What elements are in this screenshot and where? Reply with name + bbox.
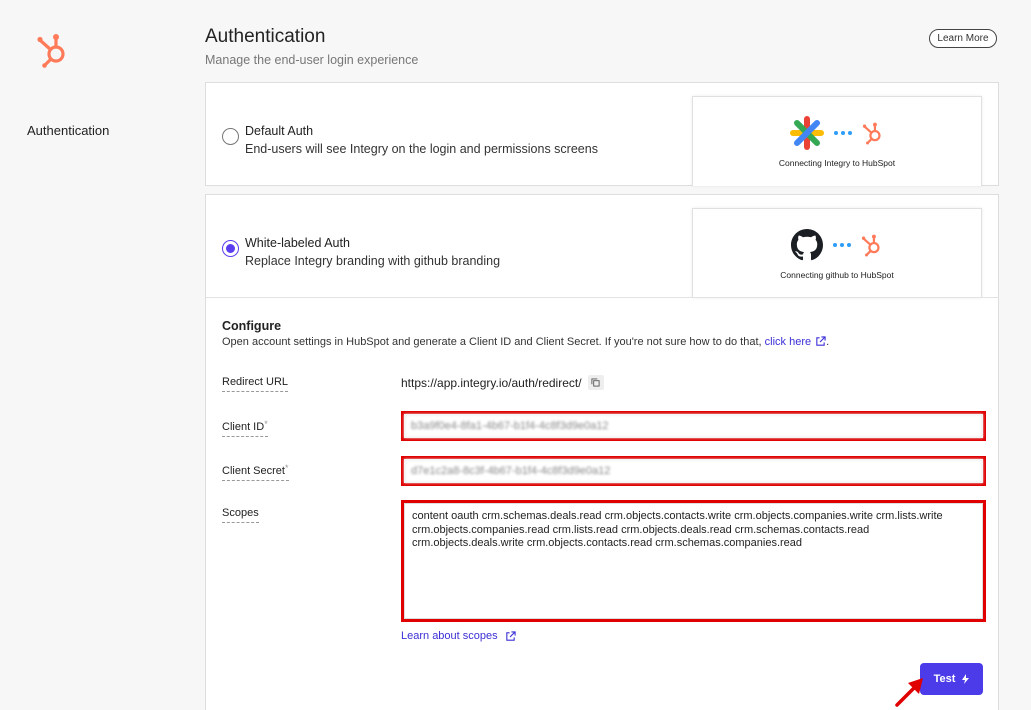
client-secret-input[interactable] [404, 459, 983, 483]
click-here-link[interactable]: click here [765, 336, 811, 348]
divider [206, 297, 998, 298]
external-link-icon[interactable] [505, 630, 516, 642]
client-secret-field[interactable] [401, 456, 986, 486]
client-id-field[interactable] [401, 411, 986, 441]
lightning-icon [962, 674, 970, 684]
scopes-label-text: Scopes [222, 507, 259, 519]
required-mark: * [284, 463, 289, 473]
learn-about-scopes[interactable]: Learn about scopes [401, 630, 516, 642]
sidebar-item-authentication[interactable]: Authentication [27, 123, 109, 138]
required-mark: * [264, 419, 268, 429]
learn-about-scopes-link[interactable]: Learn about scopes [401, 630, 498, 642]
configure-description-text: Open account settings in HubSpot and gen… [222, 336, 765, 348]
white-labeled-auth-preview-caption: Connecting github to HubSpot [780, 270, 894, 280]
connector-dots [834, 131, 852, 135]
scopes-field[interactable]: content oauth crm.schemas.deals.read crm… [401, 500, 986, 622]
default-auth-preview: Connecting Integry to HubSpot [692, 96, 982, 186]
redirect-url-label: Redirect URL [222, 376, 289, 392]
hubspot-logo-icon [862, 122, 881, 145]
test-button-label: Test [933, 673, 956, 685]
white-labeled-auth-radio[interactable] [222, 240, 239, 257]
default-auth-radio[interactable] [222, 128, 239, 145]
hubspot-logo-icon [37, 34, 65, 68]
client-secret-label: Client Secret* [222, 463, 289, 481]
copy-button[interactable] [587, 375, 604, 390]
white-labeled-auth-description: Replace Integry branding with github bra… [245, 254, 501, 268]
white-labeled-auth-option[interactable]: White-labeled Auth Replace Integry brand… [205, 194, 999, 710]
test-button[interactable]: Test [920, 663, 983, 695]
client-id-label: Client ID* [222, 419, 268, 437]
github-logo-icon [791, 229, 823, 261]
red-arrow-icon [895, 678, 923, 707]
default-auth-description: End-users will see Integry on the login … [245, 142, 598, 156]
page-title: Authentication [205, 26, 326, 47]
default-auth-preview-caption: Connecting Integry to HubSpot [778, 158, 896, 168]
client-secret-label-text: Client Secret [222, 465, 285, 477]
scopes-label: Scopes [222, 507, 259, 523]
client-id-label-text: Client ID [222, 421, 265, 433]
integry-logo-icon [790, 116, 824, 150]
client-id-input[interactable] [404, 414, 983, 438]
white-labeled-auth-preview: Connecting github to HubSpot [692, 208, 982, 298]
default-auth-option[interactable]: Default Auth End-users will see Integry … [205, 82, 999, 186]
connector-dots [833, 243, 851, 247]
page-subtitle: Manage the end-user login experience [205, 53, 419, 67]
copy-icon [591, 378, 600, 387]
redirect-url-text: https://app.integry.io/auth/redirect/ [401, 375, 582, 390]
external-link-icon[interactable] [815, 336, 826, 347]
redirect-url-label-text: Redirect URL [222, 376, 289, 388]
hubspot-logo-icon [861, 234, 880, 257]
configure-description: Open account settings in HubSpot and gen… [222, 336, 829, 348]
configure-title: Configure [222, 319, 282, 333]
redirect-url-value: https://app.integry.io/auth/redirect/ [401, 375, 604, 390]
default-auth-title: Default Auth [245, 124, 314, 138]
learn-more-button[interactable]: Learn More [929, 29, 997, 48]
white-labeled-auth-title: White-labeled Auth [245, 236, 350, 250]
configure-description-trailing: . [826, 336, 830, 348]
scopes-textarea[interactable]: content oauth crm.schemas.deals.read crm… [404, 503, 983, 619]
